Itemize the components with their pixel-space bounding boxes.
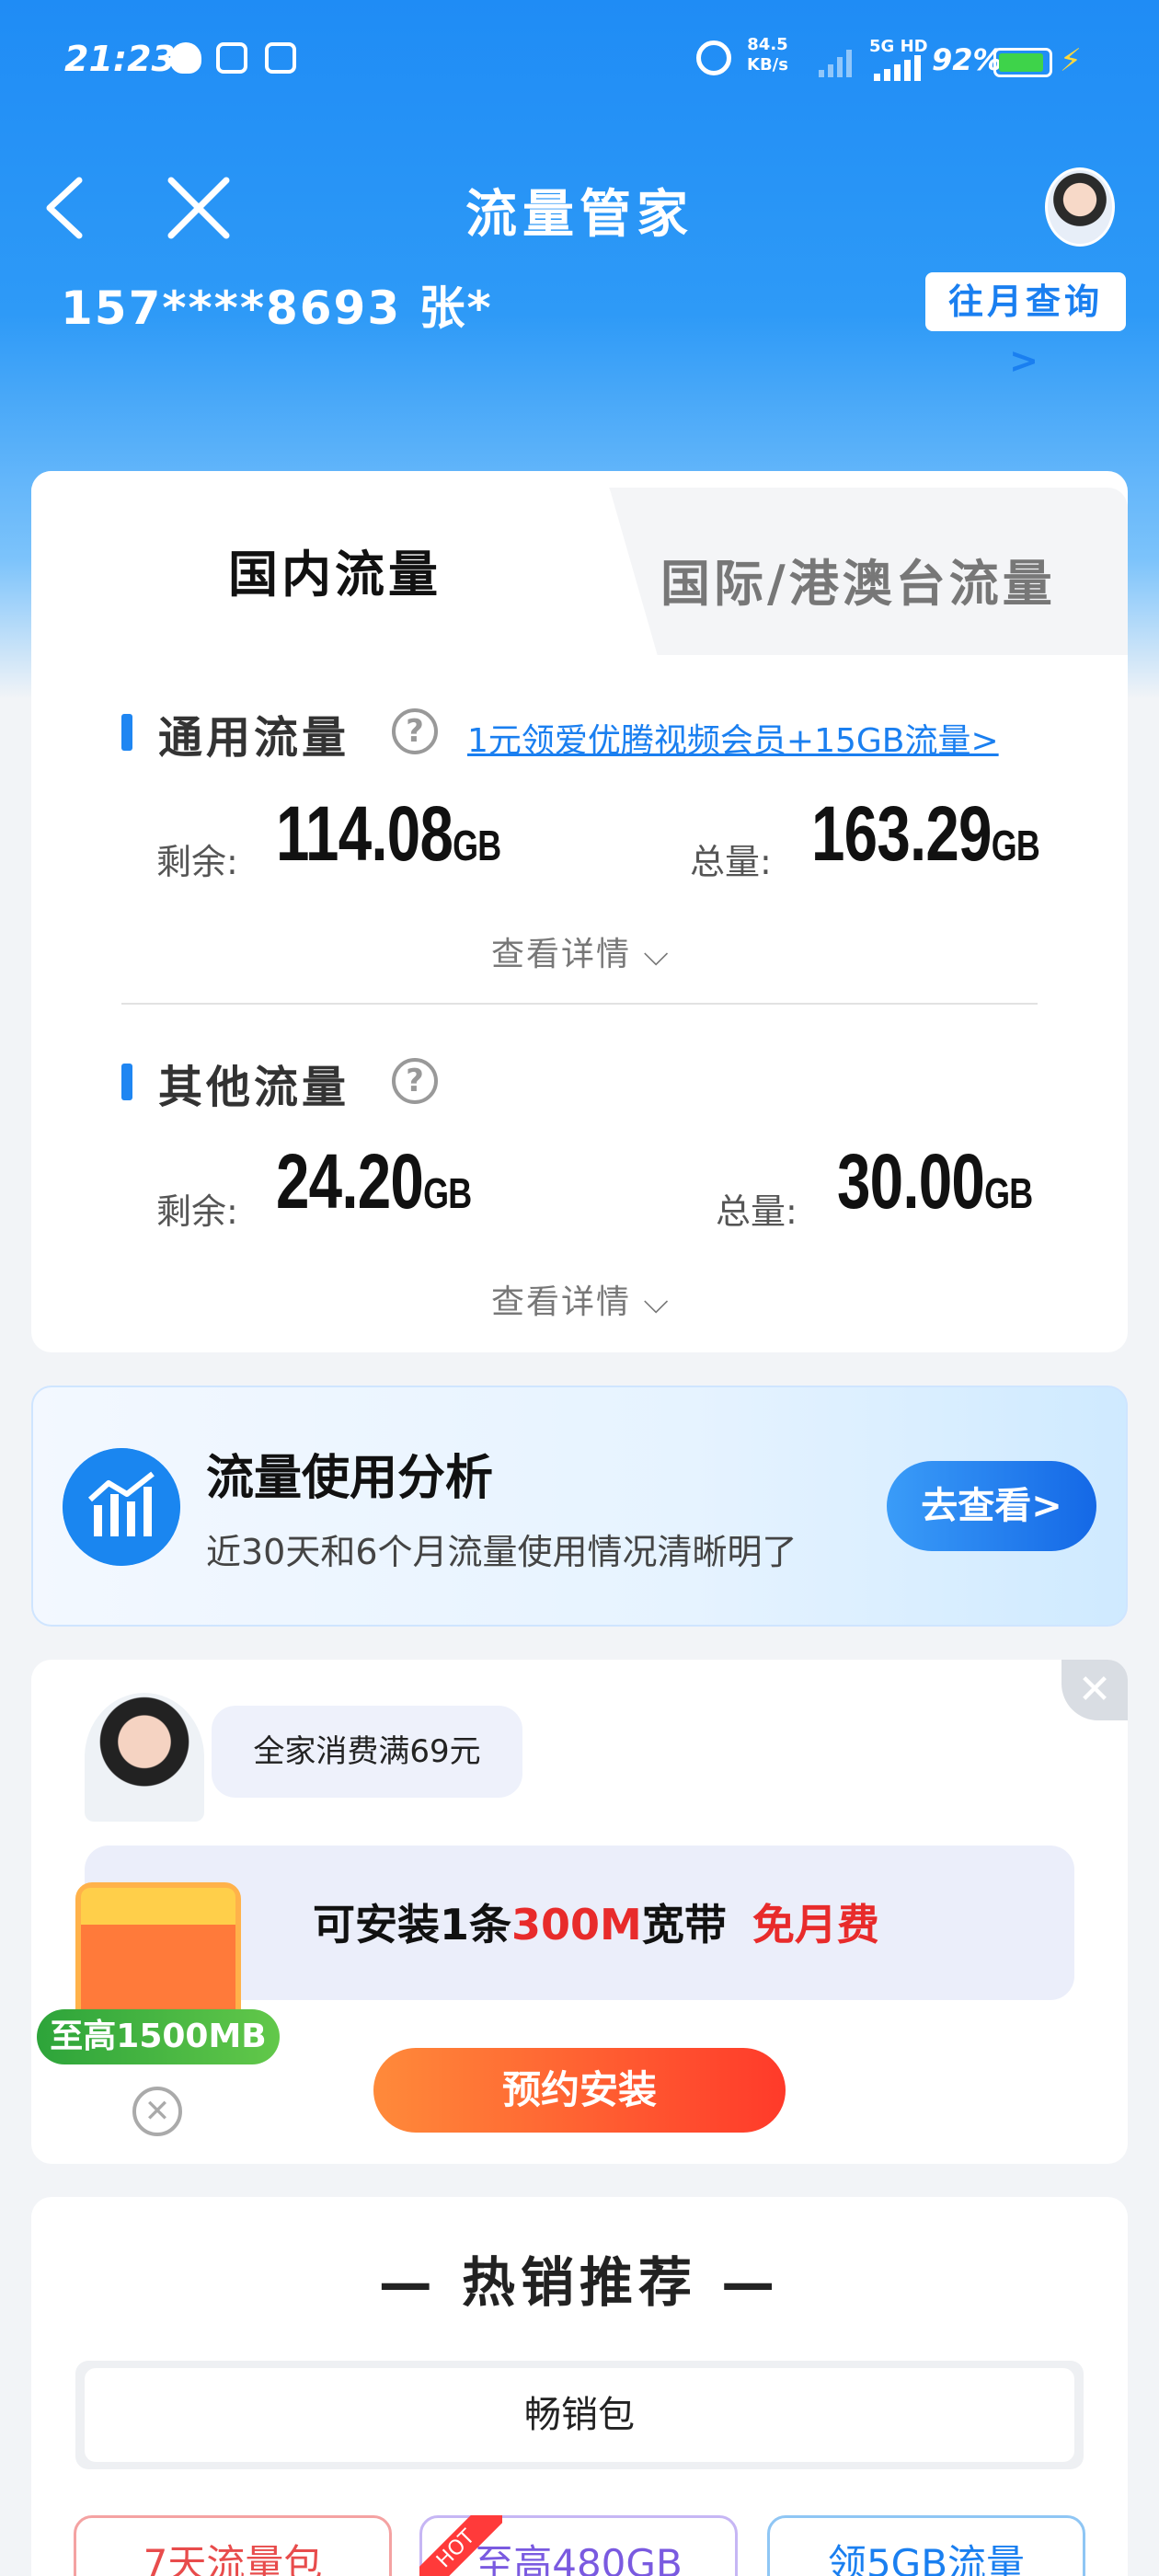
general-remaining-value: 114.08 <box>276 790 453 877</box>
hot-ribbon-label: HOT <box>419 2515 502 2576</box>
other-remaining-value: 24.20 <box>276 1138 424 1225</box>
analysis-subtitle: 近30天和6个月流量使用情况清晰明了 <box>206 1532 798 1572</box>
baidu-notification-icon <box>265 42 296 74</box>
battery-icon <box>993 48 1052 77</box>
other-traffic-title: 其他流量 <box>158 1062 350 1113</box>
general-total-unit: GB <box>991 822 1040 869</box>
signal-icon <box>819 50 852 77</box>
tab-bestsellers[interactable]: 畅销包 <box>85 2368 1074 2462</box>
chart-icon <box>63 1448 180 1566</box>
tab-domestic[interactable]: 国内流量 <box>228 534 442 606</box>
section-marker <box>121 1064 132 1100</box>
account-info: 157****8693 张* <box>61 282 493 335</box>
total-label: 总量: <box>716 1191 798 1232</box>
tab-international[interactable]: 国际/港澳台流量 <box>660 543 1056 615</box>
nav-bar: 流量管家 <box>0 138 1159 276</box>
help-icon[interactable]: ? <box>392 708 438 754</box>
remaining-label: 剩余: <box>156 1191 238 1232</box>
video-membership-promo-link[interactable]: 1元领爱优腾视频会员+15GB流量> <box>467 714 999 762</box>
remaining-label: 剩余: <box>156 842 238 882</box>
hot-title: — 热销推荐 — <box>378 2251 781 2314</box>
general-total-value: 163.29 <box>811 790 992 877</box>
book-installation-button[interactable]: 预约安装 <box>373 2048 786 2133</box>
app-notification-icon <box>216 42 247 74</box>
product-card[interactable]: 7天流量包 <box>74 2515 392 2576</box>
status-time: 21:23 <box>64 39 176 79</box>
page-title: 流量管家 <box>465 185 694 245</box>
help-icon[interactable]: ? <box>392 1058 438 1104</box>
divider <box>121 1003 1038 1005</box>
close-badge-icon[interactable]: ✕ <box>132 2087 182 2136</box>
5g-signal-icon <box>874 55 921 81</box>
general-details-link[interactable]: 查看详情 ⌵ <box>491 927 671 975</box>
other-remaining: 24.20GB <box>276 1137 472 1226</box>
general-total: 163.29GB <box>811 789 1040 879</box>
net-speed: 84.5 KB/s <box>747 35 788 75</box>
other-total-unit: GB <box>984 1169 1033 1217</box>
battery-percent: 92% <box>932 42 1003 77</box>
product-card[interactable]: 领5GB流量 <box>767 2515 1085 2576</box>
alarm-icon <box>696 40 731 75</box>
broadband-offer-text: 可安装1条300M宽带 免月费 <box>313 1892 879 1952</box>
general-remaining: 114.08GB <box>276 789 501 879</box>
history-query-button[interactable]: 往月查询 > <box>925 272 1126 381</box>
other-remaining-unit: GB <box>423 1169 472 1217</box>
view-analysis-button[interactable]: 去查看> <box>887 1461 1096 1551</box>
section-marker <box>121 714 132 751</box>
other-total-value: 30.00 <box>837 1138 985 1225</box>
offer-mid: 宽带 <box>641 1900 727 1949</box>
bonus-badge: 至高1500MB <box>37 2009 280 2064</box>
other-details-link[interactable]: 查看详情 ⌵ <box>491 1275 671 1323</box>
total-label: 总量: <box>690 842 772 882</box>
other-total: 30.00GB <box>837 1137 1033 1226</box>
general-traffic-title: 通用流量 <box>158 712 350 764</box>
assistant-avatar[interactable] <box>1045 167 1115 247</box>
net-speed-unit: KB/s <box>747 55 788 75</box>
network-type: 5G HD <box>869 37 928 56</box>
qq-notification-icon <box>170 42 201 74</box>
speech-bubble: 全家消费满69元 <box>212 1706 522 1798</box>
offer-free: 免月费 <box>752 1900 879 1949</box>
charging-icon: ⚡ <box>1060 42 1082 79</box>
battery-fill <box>999 53 1043 72</box>
offer-prefix: 可安装1条 <box>313 1900 512 1949</box>
hot-ribbon: HOT <box>419 2515 502 2576</box>
assistant-avatar <box>85 1693 204 1822</box>
net-speed-value: 84.5 <box>747 35 788 54</box>
general-remaining-unit: GB <box>453 822 501 869</box>
status-bar: 21:23 84.5 KB/s 5G HD 92% ⚡ <box>0 0 1159 124</box>
offer-speed: 300M <box>511 1900 642 1949</box>
analysis-title: 流量使用分析 <box>206 1451 494 1506</box>
